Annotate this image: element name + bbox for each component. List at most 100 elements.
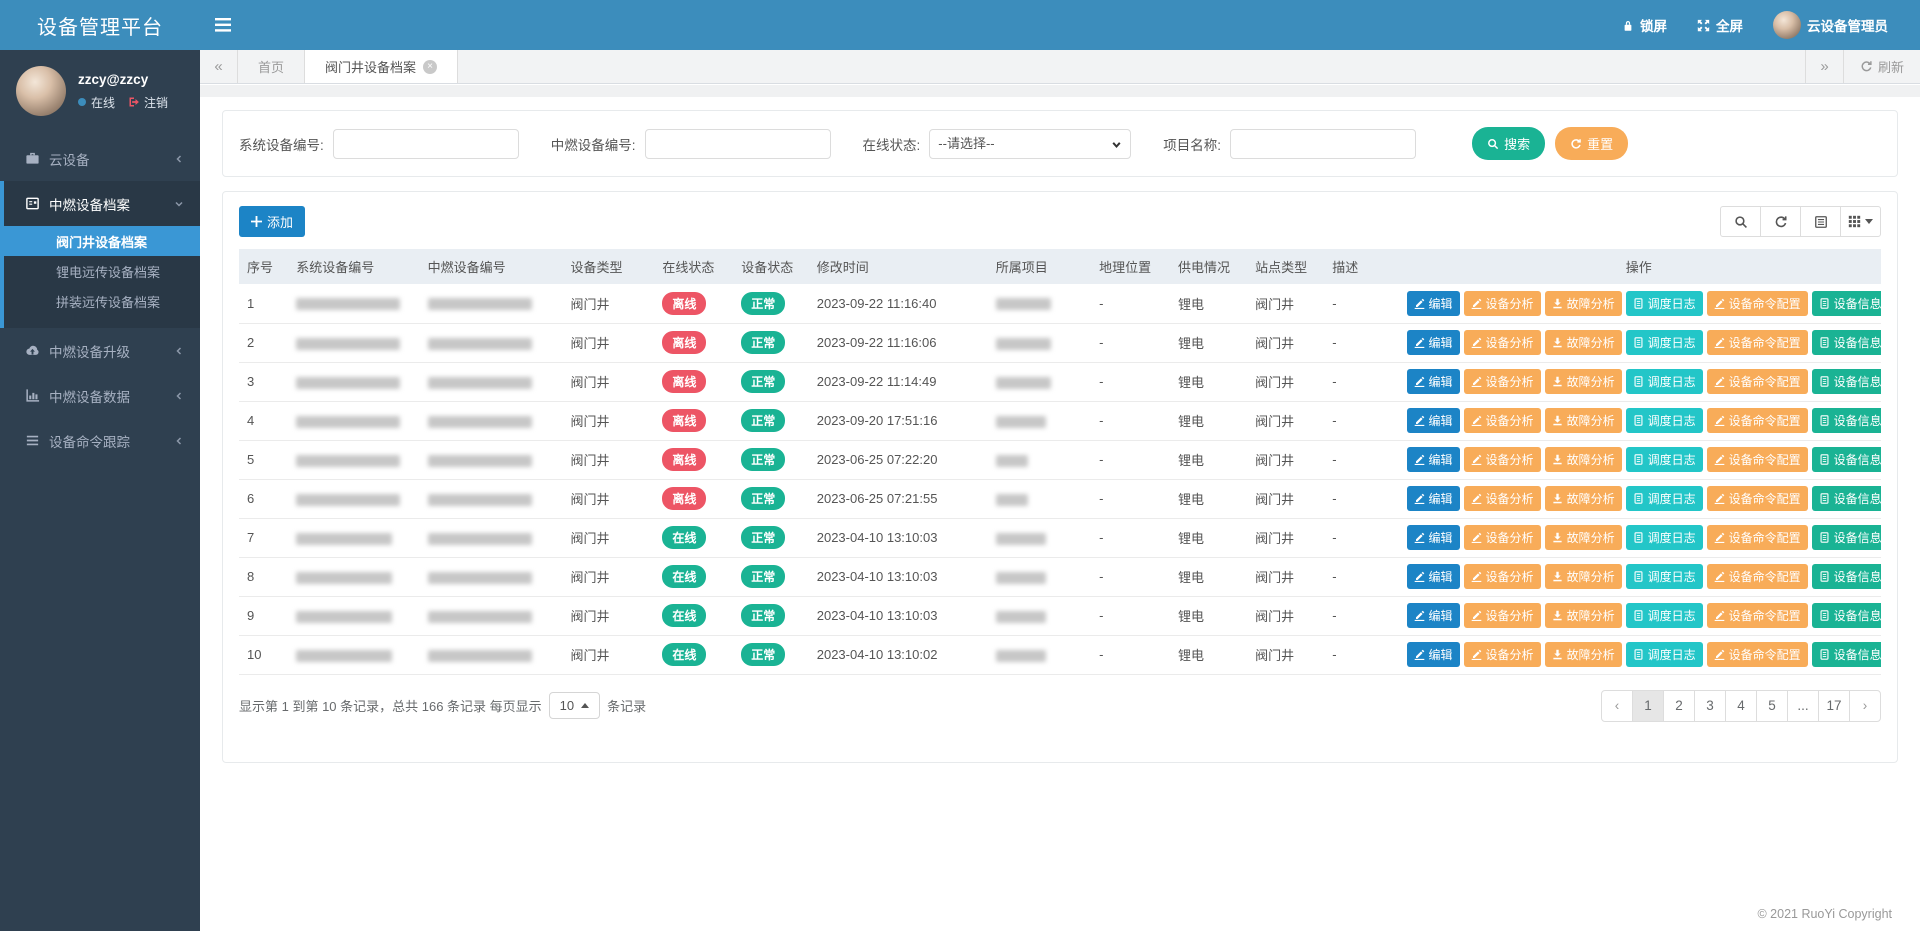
device-analysis-button[interactable]: 设备分析 — [1464, 603, 1541, 628]
edit-button[interactable]: 编辑 — [1407, 369, 1460, 394]
edit-button[interactable]: 编辑 — [1407, 447, 1460, 472]
sidebar-item-cloud-device[interactable]: 云设备 — [0, 136, 200, 181]
device-analysis-button[interactable]: 设备分析 — [1464, 330, 1541, 355]
user-menu[interactable]: 云设备管理员 — [1773, 11, 1888, 39]
next-page-button[interactable]: › — [1849, 690, 1881, 722]
dispatch-log-button[interactable]: 调度日志 — [1626, 291, 1703, 316]
device-command-config-button[interactable]: 设备命令配置 — [1707, 447, 1808, 472]
dispatch-log-button[interactable]: 调度日志 — [1626, 642, 1703, 667]
device-info-button[interactable]: 设备信息 — [1812, 408, 1881, 433]
close-tab-icon[interactable]: × — [423, 60, 437, 74]
device-info-button[interactable]: 设备信息 — [1812, 642, 1881, 667]
edit-button[interactable]: 编辑 — [1407, 564, 1460, 589]
device-command-config-button[interactable]: 设备命令配置 — [1707, 564, 1808, 589]
fault-analysis-button[interactable]: 故障分析 — [1545, 603, 1622, 628]
fault-analysis-button[interactable]: 故障分析 — [1545, 369, 1622, 394]
edit-button[interactable]: 编辑 — [1407, 642, 1460, 667]
fault-analysis-button[interactable]: 故障分析 — [1545, 291, 1622, 316]
dispatch-log-button[interactable]: 调度日志 — [1626, 564, 1703, 589]
edit-button[interactable]: 编辑 — [1407, 330, 1460, 355]
device-analysis-button[interactable]: 设备分析 — [1464, 369, 1541, 394]
sidebar-subitem-lithium-remote-archive[interactable]: 锂电远传设备档案 — [4, 256, 200, 286]
table-search-button[interactable] — [1720, 206, 1761, 237]
edit-button[interactable]: 编辑 — [1407, 525, 1460, 550]
system-device-no-input[interactable] — [333, 129, 519, 159]
device-info-button[interactable]: 设备信息 — [1812, 369, 1881, 394]
device-command-config-button[interactable]: 设备命令配置 — [1707, 603, 1808, 628]
fault-analysis-button[interactable]: 故障分析 — [1545, 330, 1622, 355]
sidebar-item-command-tracking[interactable]: 设备命令跟踪 — [0, 418, 200, 463]
dispatch-log-button[interactable]: 调度日志 — [1626, 408, 1703, 433]
fault-analysis-button[interactable]: 故障分析 — [1545, 564, 1622, 589]
device-analysis-button[interactable]: 设备分析 — [1464, 447, 1541, 472]
device-analysis-button[interactable]: 设备分析 — [1464, 642, 1541, 667]
edit-button[interactable]: 编辑 — [1407, 291, 1460, 316]
device-command-config-button[interactable]: 设备命令配置 — [1707, 408, 1808, 433]
device-info-button[interactable]: 设备信息 — [1812, 603, 1881, 628]
fault-analysis-button[interactable]: 故障分析 — [1545, 486, 1622, 511]
tab-refresh-button[interactable]: 刷新 — [1843, 50, 1920, 83]
device-info-button[interactable]: 设备信息 — [1812, 564, 1881, 589]
page-ellipsis[interactable]: ... — [1787, 690, 1819, 722]
device-command-config-button[interactable]: 设备命令配置 — [1707, 369, 1808, 394]
dispatch-log-button[interactable]: 调度日志 — [1626, 330, 1703, 355]
device-info-button[interactable]: 设备信息 — [1812, 486, 1881, 511]
dispatch-log-button[interactable]: 调度日志 — [1626, 486, 1703, 511]
tabs-scroll-right-button[interactable]: » — [1805, 50, 1843, 83]
page-button[interactable]: 4 — [1725, 690, 1757, 722]
lock-screen-button[interactable]: 锁屏 — [1622, 15, 1667, 35]
device-analysis-button[interactable]: 设备分析 — [1464, 486, 1541, 511]
reset-button[interactable]: 重置 — [1555, 127, 1628, 160]
fullscreen-button[interactable]: 全屏 — [1697, 15, 1743, 35]
edit-button[interactable]: 编辑 — [1407, 603, 1460, 628]
page-size-select[interactable]: 10 — [549, 692, 600, 719]
sidebar-item-device-upgrade[interactable]: 中燃设备升级 — [0, 328, 200, 373]
device-analysis-button[interactable]: 设备分析 — [1464, 564, 1541, 589]
sidebar-subitem-assembled-remote-archive[interactable]: 拼装远传设备档案 — [4, 286, 200, 316]
fault-analysis-button[interactable]: 故障分析 — [1545, 447, 1622, 472]
add-button[interactable]: 添加 — [239, 206, 305, 237]
table-refresh-button[interactable] — [1760, 206, 1801, 237]
edit-button[interactable]: 编辑 — [1407, 408, 1460, 433]
table-detail-view-button[interactable] — [1800, 206, 1841, 237]
device-info-button[interactable]: 设备信息 — [1812, 525, 1881, 550]
sidebar-subitem-valve-well-archive[interactable]: 阀门井设备档案 — [4, 226, 200, 256]
page-button[interactable]: 3 — [1694, 690, 1726, 722]
device-command-config-button[interactable]: 设备命令配置 — [1707, 525, 1808, 550]
fault-analysis-button[interactable]: 故障分析 — [1545, 525, 1622, 550]
sidebar-toggle-button[interactable] — [200, 0, 246, 50]
tabs-scroll-left-button[interactable]: « — [200, 50, 238, 83]
device-command-config-button[interactable]: 设备命令配置 — [1707, 642, 1808, 667]
search-button[interactable]: 搜索 — [1472, 127, 1545, 160]
page-button[interactable]: 1 — [1632, 690, 1664, 722]
device-analysis-button[interactable]: 设备分析 — [1464, 525, 1541, 550]
tab-home[interactable]: 首页 — [238, 50, 305, 83]
logout-button[interactable]: 注销 — [128, 94, 168, 111]
device-command-config-button[interactable]: 设备命令配置 — [1707, 330, 1808, 355]
device-info-button[interactable]: 设备信息 — [1812, 447, 1881, 472]
edit-button[interactable]: 编辑 — [1407, 486, 1460, 511]
table-columns-button[interactable] — [1840, 206, 1881, 237]
dispatch-log-button[interactable]: 调度日志 — [1626, 525, 1703, 550]
page-button[interactable]: 17 — [1818, 690, 1850, 722]
device-analysis-button[interactable]: 设备分析 — [1464, 408, 1541, 433]
tab-valve-well-archive[interactable]: 阀门井设备档案 × — [305, 50, 458, 83]
fault-analysis-button[interactable]: 故障分析 — [1545, 642, 1622, 667]
device-info-button[interactable]: 设备信息 — [1812, 291, 1881, 316]
page-button[interactable]: 2 — [1663, 690, 1695, 722]
device-command-config-button[interactable]: 设备命令配置 — [1707, 291, 1808, 316]
dispatch-log-button[interactable]: 调度日志 — [1626, 369, 1703, 394]
device-command-config-button[interactable]: 设备命令配置 — [1707, 486, 1808, 511]
dispatch-log-button[interactable]: 调度日志 — [1626, 447, 1703, 472]
sidebar-item-device-archive[interactable]: 中燃设备档案 — [4, 181, 200, 226]
zr-device-no-input[interactable] — [645, 129, 831, 159]
prev-page-button[interactable]: ‹ — [1601, 690, 1633, 722]
page-button[interactable]: 5 — [1756, 690, 1788, 722]
device-analysis-button[interactable]: 设备分析 — [1464, 291, 1541, 316]
project-name-input[interactable] — [1230, 129, 1416, 159]
device-info-button[interactable]: 设备信息 — [1812, 330, 1881, 355]
fault-analysis-button[interactable]: 故障分析 — [1545, 408, 1622, 433]
dispatch-log-button[interactable]: 调度日志 — [1626, 603, 1703, 628]
sidebar-item-device-data[interactable]: 中燃设备数据 — [0, 373, 200, 418]
online-status-select[interactable]: --请选择-- — [929, 129, 1131, 159]
